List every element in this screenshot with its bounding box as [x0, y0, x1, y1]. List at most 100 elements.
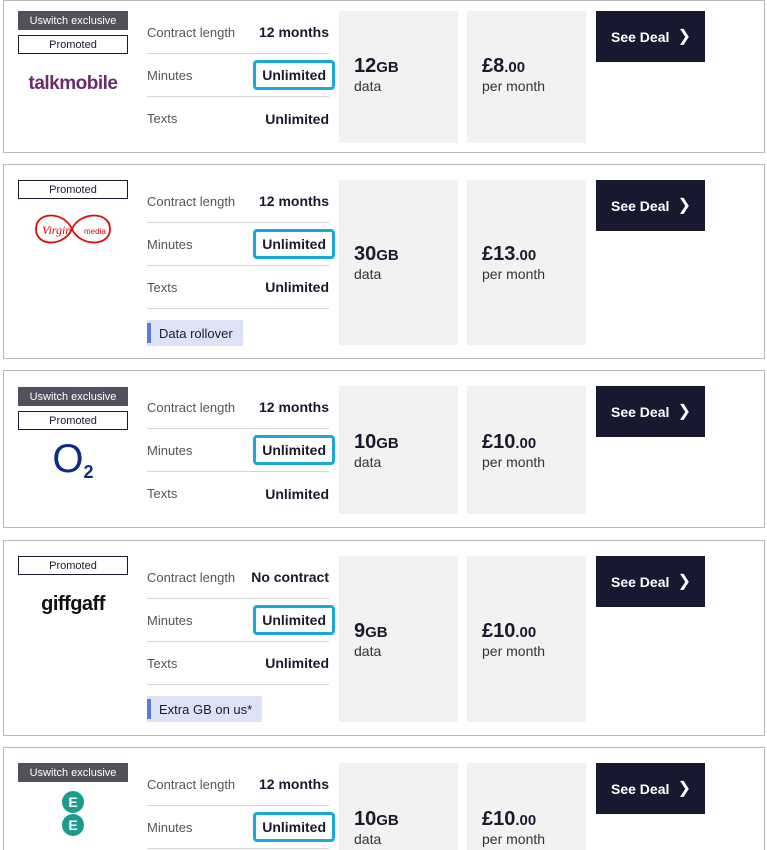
- data-tile: 30GB data: [339, 180, 458, 345]
- price-amount: £10.00: [482, 620, 537, 642]
- feature-tag: Data rollover: [147, 320, 243, 346]
- contract-row: Contract length No contract: [147, 556, 329, 599]
- price-amount: £10.00: [482, 431, 537, 453]
- data-label: data: [354, 831, 382, 847]
- exclusive-badge: Uswitch exclusive: [18, 763, 128, 782]
- contract-row: Contract length 12 months: [147, 763, 329, 806]
- price-amount: £8.00: [482, 55, 526, 77]
- minutes-value: Unlimited: [253, 605, 335, 635]
- promoted-badge: Promoted: [18, 556, 128, 575]
- price-label: per month: [482, 454, 546, 470]
- see-deal-button[interactable]: See Deal ❯: [596, 11, 705, 62]
- svg-text:Virgin: Virgin: [42, 223, 71, 237]
- texts-value: Unlimited: [265, 279, 329, 295]
- chevron-right-icon: ❯: [677, 197, 691, 214]
- chevron-right-icon: ❯: [677, 780, 691, 797]
- contract-value: 12 months: [258, 776, 329, 792]
- data-amount: 30GB: [354, 243, 399, 265]
- minutes-row: Minutes Unlimited: [147, 429, 335, 472]
- contract-row: Contract length 12 months: [147, 180, 329, 223]
- virgin-media-logo: Virgin media: [18, 205, 128, 253]
- deal-card: Uswitch exclusive E E Contract length 12…: [3, 747, 765, 850]
- feature-tag: Extra GB on us*: [147, 696, 263, 722]
- data-amount: 9GB: [354, 620, 388, 642]
- svg-text:media: media: [84, 227, 106, 236]
- minutes-value: Unlimited: [253, 60, 335, 90]
- texts-row: Texts Unlimited: [147, 97, 329, 140]
- minutes-row: Minutes Unlimited: [147, 806, 335, 849]
- contract-label: Contract length: [147, 193, 236, 209]
- minutes-label: Minutes: [147, 442, 193, 458]
- promoted-badge: Promoted: [18, 180, 128, 199]
- price-tile: £10.00 per month: [467, 763, 586, 850]
- contract-label: Contract length: [147, 776, 236, 792]
- data-amount: 10GB: [354, 431, 399, 453]
- data-tile: 10GB data: [339, 386, 458, 514]
- price-tile: £8.00 per month: [467, 11, 586, 143]
- virgin-media-mark: Virgin media: [35, 214, 111, 244]
- minutes-label: Minutes: [147, 236, 193, 252]
- price-label: per month: [482, 78, 546, 94]
- price-tile: £10.00 per month: [467, 386, 586, 514]
- contract-value: No contract: [251, 569, 329, 585]
- deal-card: Uswitch exclusive Promoted O 2 Contract …: [3, 370, 765, 528]
- minutes-label: Minutes: [147, 67, 193, 83]
- deal-card: Uswitch exclusive Promoted talkmobile Co…: [3, 0, 765, 153]
- texts-value: Unlimited: [265, 655, 329, 671]
- price-label: per month: [482, 643, 546, 659]
- o2-logo: O 2: [52, 437, 94, 482]
- data-amount: 10GB: [354, 808, 399, 830]
- contract-value: 12 months: [258, 193, 329, 209]
- contract-value: 12 months: [258, 399, 329, 415]
- promoted-badge: Promoted: [18, 35, 128, 54]
- contract-row: Contract length 12 months: [147, 386, 329, 429]
- giffgaff-logo: giffgaff: [41, 592, 105, 615]
- texts-row: Texts Unlimited: [147, 642, 329, 685]
- minutes-row: Minutes Unlimited: [147, 54, 335, 97]
- data-label: data: [354, 78, 382, 94]
- chevron-right-icon: ❯: [677, 573, 691, 590]
- contract-label: Contract length: [147, 399, 236, 415]
- minutes-label: Minutes: [147, 819, 193, 835]
- texts-label: Texts: [147, 279, 178, 295]
- minutes-label: Minutes: [147, 612, 193, 628]
- see-deal-button[interactable]: See Deal ❯: [596, 386, 705, 437]
- texts-label: Texts: [147, 486, 178, 501]
- texts-value: Unlimited: [265, 485, 329, 502]
- price-tile: £13.00 per month: [467, 180, 586, 345]
- promoted-badge: Promoted: [18, 411, 128, 430]
- price-amount: £10.00: [482, 808, 537, 830]
- price-label: per month: [482, 831, 546, 847]
- data-label: data: [354, 643, 382, 659]
- texts-row: Texts Unlimited: [147, 472, 329, 515]
- exclusive-badge: Uswitch exclusive: [18, 11, 128, 30]
- deal-card: Promoted giffgaff Contract length No con…: [3, 540, 765, 736]
- minutes-value: Unlimited: [253, 229, 335, 259]
- see-deal-button[interactable]: See Deal ❯: [596, 556, 705, 607]
- minutes-value: Unlimited: [253, 435, 335, 465]
- data-amount: 12GB: [354, 55, 399, 77]
- price-label: per month: [482, 266, 546, 282]
- price-amount: £13.00: [482, 243, 537, 265]
- exclusive-badge: Uswitch exclusive: [18, 387, 128, 406]
- ee-logo: E E: [18, 790, 128, 836]
- minutes-value: Unlimited: [253, 812, 335, 842]
- see-deal-button[interactable]: See Deal ❯: [596, 763, 705, 814]
- minutes-row: Minutes Unlimited: [147, 223, 335, 266]
- texts-label: Texts: [147, 655, 178, 671]
- contract-value: 12 months: [258, 24, 329, 40]
- data-tile: 12GB data: [339, 11, 458, 143]
- contract-label: Contract length: [147, 569, 236, 585]
- contract-row: Contract length 12 months: [147, 11, 329, 54]
- data-label: data: [354, 266, 382, 282]
- talkmobile-logo: talkmobile: [28, 73, 118, 94]
- see-deal-button[interactable]: See Deal ❯: [596, 180, 705, 231]
- chevron-right-icon: ❯: [677, 403, 691, 420]
- minutes-row: Minutes Unlimited: [147, 599, 335, 642]
- texts-value: Unlimited: [265, 110, 329, 127]
- contract-label: Contract length: [147, 24, 236, 40]
- data-tile: 9GB data: [339, 556, 458, 722]
- deal-card: Promoted Virgin media Contract length 12…: [3, 164, 765, 359]
- texts-row: Texts Unlimited: [147, 266, 329, 309]
- data-label: data: [354, 454, 382, 470]
